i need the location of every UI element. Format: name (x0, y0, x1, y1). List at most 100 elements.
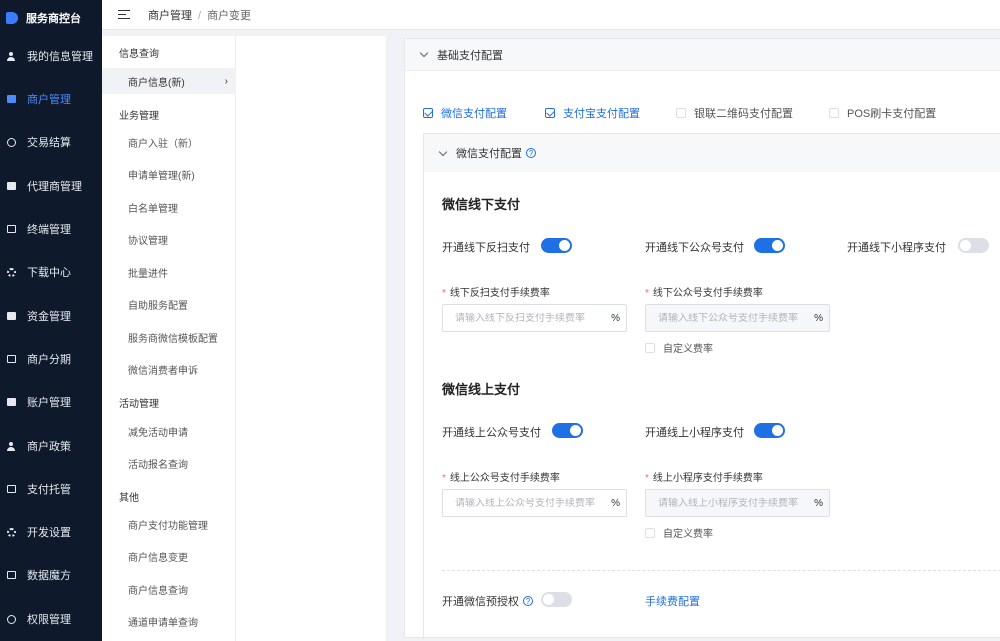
preauth-label: 开通微信预授权 ? (442, 593, 533, 609)
rate-input[interactable] (646, 497, 806, 509)
chevron-down-icon (438, 147, 448, 156)
subnav-item-info-query[interactable]: 商户信息查询 (102, 576, 236, 602)
subnav-item-label: 通道申请单查询 (128, 617, 198, 629)
subnav-item-onboarding[interactable]: 商户入驻（新） (102, 129, 236, 155)
checkbox-unchecked-icon (645, 342, 655, 353)
user-icon (6, 51, 16, 61)
subnav-item-label: 活动报名查询 (128, 459, 188, 471)
sub-navigation: 信息查询 商户信息(新) › 业务管理 商户入驻（新） 申请单管理(新) 白名单… (102, 36, 236, 641)
sidebar-item-installment[interactable]: 商户分期 (0, 344, 102, 374)
help-icon[interactable]: ? (526, 148, 536, 158)
checkbox-label: 自定义费率 (663, 344, 713, 355)
gear-icon (6, 267, 16, 277)
subnav-group-title: 信息查询 (119, 49, 159, 60)
subnav-item-batch[interactable]: 批量进件 (102, 259, 236, 285)
fee-config-link[interactable]: 手续费配置 (645, 593, 700, 609)
rate-input[interactable] (443, 497, 603, 509)
subnav-item-activity-query[interactable]: 活动报名查询 (102, 450, 236, 476)
card-icon (6, 397, 16, 407)
toggle-label: 开通线上公众号支付 (442, 427, 541, 439)
wallet-icon (6, 311, 16, 321)
sidebar-item-permission[interactable]: 权限管理 (0, 604, 102, 634)
field-label: * 线上小程序支付手续费率 (645, 473, 763, 484)
subnav-item-self-service[interactable]: 自助服务配置 (102, 291, 236, 317)
rate-input[interactable] (443, 312, 603, 324)
store-icon (6, 94, 16, 104)
checkbox-pos-card[interactable]: POS刷卡支付配置 (829, 105, 936, 121)
checkbox-unionpay-qr[interactable]: 银联二维码支付配置 (676, 105, 793, 121)
user-icon (6, 441, 16, 451)
subnav-item-info-change[interactable]: 商户信息变更 (102, 543, 236, 569)
subnav-item-channel-query[interactable]: 通道申请单查询 (102, 608, 236, 634)
toggle-label: 开通线下公众号支付 (645, 242, 744, 254)
percent-unit: % (611, 312, 620, 324)
field-label: * 线上公众号支付手续费率 (442, 473, 560, 484)
offline-scan-rate-input[interactable]: % (442, 304, 627, 332)
help-icon[interactable]: ? (523, 596, 533, 606)
checkbox-checked-icon (545, 108, 555, 118)
toggle-offline-scan[interactable] (541, 238, 572, 253)
toggle-online-official[interactable] (552, 423, 583, 438)
offline-official-rate-input[interactable]: % (645, 304, 830, 332)
brand[interactable]: 服务商控台 (0, 0, 102, 36)
wechat-pay-config-panel: 微信支付配置 ? 微信线下支付 开通线下反扫支付 开通线下公众号支付 开通线下小… (423, 133, 1000, 639)
subnav-item-application[interactable]: 申请单管理(新) (102, 161, 236, 187)
main-content: 基础支付配置 微信支付配置 支付宝支付配置 银联二维码支付配置 POS刷卡支付配… (386, 30, 1000, 641)
subnav-item-label: 商户支付功能管理 (128, 520, 208, 532)
breadcrumb-current: 商户变更 (207, 9, 252, 22)
sidebar-item-dev-settings[interactable]: 开发设置 (0, 517, 102, 547)
breadcrumb-item[interactable]: 商户管理 (148, 10, 192, 22)
checkbox-label: 微信支付配置 (441, 108, 507, 120)
checkbox-label: 自定义费率 (663, 529, 713, 540)
breadcrumb: 商户管理 / 商户变更 (148, 9, 252, 22)
subnav-item-wechat-template[interactable]: 服务商微信模板配置 (102, 324, 236, 350)
toggle-label: 开通线下小程序支付 (847, 242, 946, 254)
online-miniprogram-rate-input[interactable]: % (645, 489, 830, 517)
field-label: * 线下公众号支付手续费率 (645, 288, 763, 299)
menu-fold-icon[interactable] (118, 9, 130, 20)
yen-icon (6, 137, 16, 147)
custom-rate-checkbox[interactable]: 自定义费率 (645, 340, 713, 355)
sidebar-item-label: 商户分期 (27, 354, 71, 366)
sidebar-item-data-cube[interactable]: 数据魔方 (0, 560, 102, 590)
subnav-group-title: 业务管理 (119, 111, 159, 122)
sidebar-item-label: 终端管理 (27, 224, 71, 236)
sidebar-item-my-info[interactable]: 我的信息管理 (0, 41, 102, 71)
online-official-rate-input[interactable]: % (442, 489, 627, 517)
checkbox-wechat-pay[interactable]: 微信支付配置 (423, 105, 507, 121)
sidebar-item-funds[interactable]: 资金管理 (0, 301, 102, 331)
toggle-offline-official[interactable] (754, 238, 785, 253)
subnav-item-whitelist[interactable]: 白名单管理 (102, 194, 236, 220)
section-title-offline: 微信线下支付 (442, 197, 521, 212)
wechat-pay-config-header[interactable]: 微信支付配置 ? (424, 134, 1000, 172)
section-title-online: 微信线上支付 (442, 382, 521, 397)
rate-input[interactable] (646, 312, 806, 324)
sidebar-item-label: 商户管理 (27, 94, 71, 106)
toggle-label: 开通线上小程序支付 (645, 427, 744, 439)
sidebar-item-download[interactable]: 下载中心 (0, 257, 102, 287)
brand-logo-icon (6, 12, 18, 24)
sidebar-item-merchant[interactable]: 商户管理 (0, 84, 102, 114)
checkbox-label: 银联二维码支付配置 (694, 108, 793, 120)
custom-rate-checkbox[interactable]: 自定义费率 (645, 525, 713, 540)
toggle-wechat-preauth[interactable] (541, 592, 572, 607)
sidebar-item-custody[interactable]: 支付托管 (0, 474, 102, 504)
subnav-item-pay-function[interactable]: 商户支付功能管理 (102, 511, 236, 537)
subnav-item-discount[interactable]: 减免活动申请 (102, 418, 236, 444)
sidebar-item-terminal[interactable]: 终端管理 (0, 214, 102, 244)
subnav-item-agreement[interactable]: 协议管理 (102, 226, 236, 252)
checkbox-checked-icon (423, 108, 433, 118)
sidebar-item-label: 账户管理 (27, 397, 71, 409)
toggle-online-miniprogram[interactable] (754, 423, 785, 438)
checkbox-label: 支付宝支付配置 (563, 108, 640, 120)
calendar-icon (6, 570, 16, 580)
basic-pay-config-header[interactable]: 基础支付配置 (405, 39, 1000, 71)
sidebar-item-policy[interactable]: 商户政策 (0, 431, 102, 461)
sidebar-item-settlement[interactable]: 交易结算 (0, 127, 102, 157)
subnav-item-merchant-info[interactable]: 商户信息(新) › (102, 68, 236, 94)
sidebar-item-agent[interactable]: 代理商管理 (0, 171, 102, 201)
toggle-offline-miniprogram[interactable] (958, 238, 989, 253)
sidebar-item-account[interactable]: 账户管理 (0, 387, 102, 417)
subnav-item-wechat-complaint[interactable]: 微信消费者申诉 (102, 356, 236, 382)
checkbox-alipay[interactable]: 支付宝支付配置 (545, 105, 640, 121)
